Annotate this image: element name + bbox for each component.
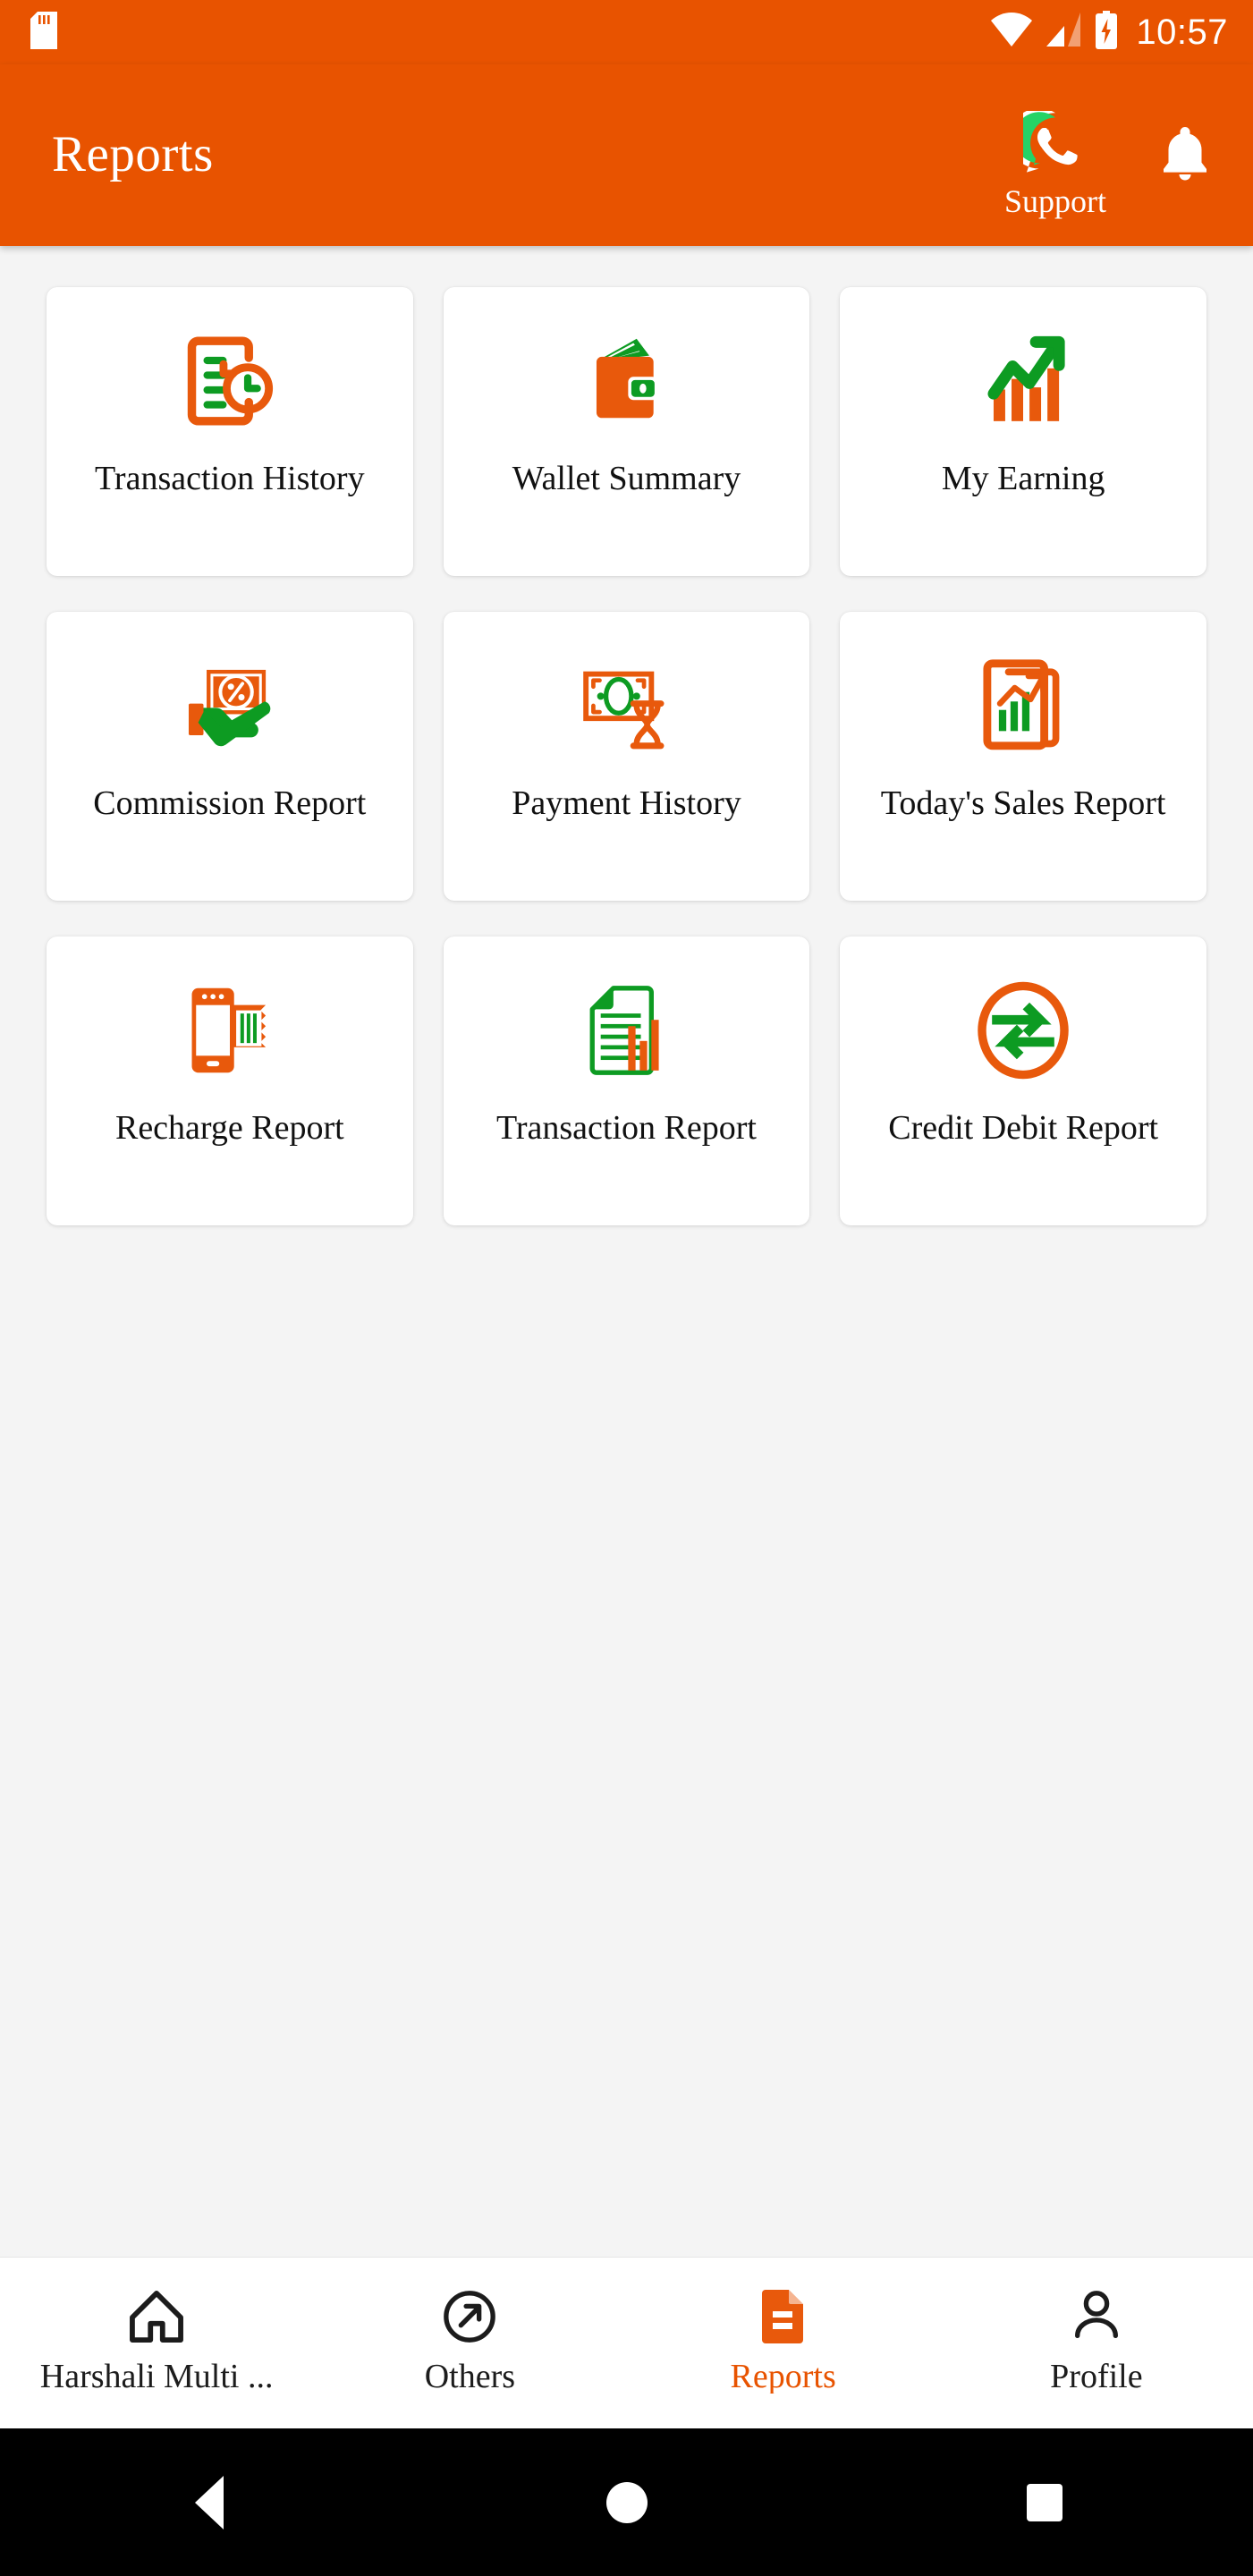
tile-label: My Earning (941, 460, 1105, 497)
tile-label: Commission Report (93, 784, 367, 822)
tile-todays-sales-report[interactable]: Today's Sales Report (840, 612, 1206, 901)
tile-label: Recharge Report (114, 1109, 344, 1147)
tile-label: Today's Sales Report (880, 784, 1166, 822)
tile-payment-history[interactable]: Payment History (443, 612, 810, 901)
back-button[interactable] (0, 2475, 418, 2529)
nav-item-label: Reports (730, 2359, 836, 2394)
notification-button[interactable] (1158, 123, 1212, 187)
tile-transaction-report[interactable]: Transaction Report (443, 936, 810, 1225)
home-circle-icon (605, 2481, 648, 2523)
nav-item-label: Harshali Multi ... (39, 2359, 274, 2394)
todays-sales-report-icon (967, 649, 1079, 762)
reports-content: Transaction History Wallet Summary My Ea… (0, 246, 1253, 2257)
page-title: Reports (52, 126, 214, 182)
transaction-report-icon (570, 974, 682, 1087)
recents-button[interactable] (835, 2483, 1253, 2521)
recents-square-icon (1026, 2483, 1063, 2521)
nav-item-others[interactable]: Others (313, 2288, 626, 2394)
tile-recharge-report[interactable]: Recharge Report (47, 936, 413, 1225)
status-bar-clock: 10:57 (1136, 12, 1228, 52)
arrow-circle-icon (442, 2288, 497, 2345)
tile-my-earning[interactable]: My Earning (840, 287, 1206, 576)
tile-label: Transaction History (95, 460, 365, 497)
nav-item-label: Others (424, 2359, 516, 2394)
bottom-navigation: Harshali Multi ... Others Reports Profil… (0, 2257, 1253, 2428)
app-root: 10:57 Reports Support Transaction Histor… (0, 0, 1253, 2576)
wallet-summary-icon (570, 325, 682, 437)
cellular-signal-icon (1045, 12, 1082, 53)
bell-icon (1158, 123, 1212, 187)
reports-grid: Transaction History Wallet Summary My Ea… (47, 287, 1206, 1225)
home-icon (129, 2288, 184, 2345)
person-icon (1069, 2288, 1124, 2345)
tile-commission-report[interactable]: Commission Report (47, 612, 413, 901)
support-label: Support (1003, 183, 1106, 219)
app-bar: Reports Support (0, 64, 1253, 246)
my-earning-icon (967, 325, 1079, 437)
app-bar-actions: Support (1003, 107, 1212, 219)
status-bar-left (30, 11, 57, 54)
whatsapp-icon (1009, 107, 1088, 180)
nav-item-home[interactable]: Harshali Multi ... (0, 2288, 313, 2394)
sd-card-icon (30, 11, 57, 54)
nav-item-reports[interactable]: Reports (627, 2288, 940, 2394)
tile-label: Transaction Report (496, 1109, 757, 1147)
status-bar: 10:57 (0, 0, 1253, 64)
commission-report-icon (174, 649, 286, 762)
tile-wallet-summary[interactable]: Wallet Summary (443, 287, 810, 576)
payment-history-icon (570, 649, 682, 762)
recharge-report-icon (174, 974, 286, 1087)
nav-item-label: Profile (1050, 2359, 1143, 2394)
support-button[interactable]: Support (1003, 107, 1106, 219)
nav-item-profile[interactable]: Profile (940, 2288, 1253, 2394)
tile-label: Payment History (512, 784, 741, 822)
tile-credit-debit-report[interactable]: Credit Debit Report (840, 936, 1206, 1225)
credit-debit-report-icon (967, 974, 1079, 1087)
tile-label: Credit Debit Report (888, 1109, 1159, 1147)
android-navigation-bar (0, 2428, 1253, 2576)
battery-charging-icon (1095, 10, 1118, 55)
tile-label: Wallet Summary (512, 460, 741, 497)
back-triangle-icon (194, 2475, 224, 2529)
document-icon (758, 2288, 809, 2345)
wifi-icon (991, 12, 1033, 53)
status-bar-right: 10:57 (991, 10, 1228, 55)
transaction-history-icon (174, 325, 286, 437)
home-button[interactable] (418, 2481, 835, 2523)
tile-transaction-history[interactable]: Transaction History (47, 287, 413, 576)
